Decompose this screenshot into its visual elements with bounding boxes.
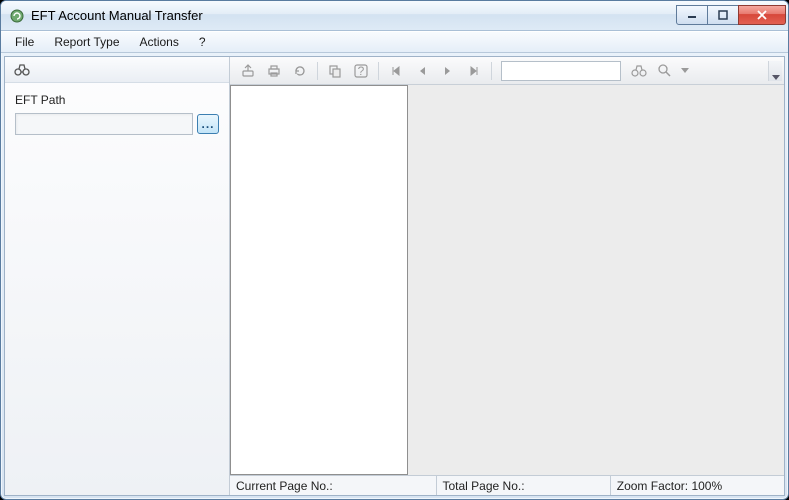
first-page-icon[interactable] — [384, 60, 408, 82]
content-area: EFT Path ... — [4, 56, 785, 496]
export-icon[interactable] — [236, 60, 260, 82]
toolbar-separator — [491, 62, 492, 80]
zoom-icon[interactable] — [653, 60, 677, 82]
last-page-icon[interactable] — [462, 60, 486, 82]
eft-path-label: EFT Path — [15, 93, 219, 107]
svg-text:?: ? — [358, 64, 365, 78]
next-page-icon[interactable] — [436, 60, 460, 82]
report-toolbar: ? — [230, 57, 784, 85]
toolbar-overflow-icon[interactable] — [768, 61, 782, 81]
binoculars-icon[interactable] — [11, 59, 33, 81]
menu-report-type[interactable]: Report Type — [46, 33, 127, 51]
menubar: File Report Type Actions ? — [1, 31, 788, 53]
app-window: EFT Account Manual Transfer File Report … — [0, 0, 789, 500]
blank-page — [230, 85, 408, 475]
menu-help[interactable]: ? — [191, 33, 214, 51]
toolbar-separator — [317, 62, 318, 80]
app-icon — [9, 8, 25, 24]
status-zoom-label: Zoom Factor: — [617, 479, 688, 493]
help-toolbar-icon[interactable]: ? — [349, 60, 373, 82]
prev-page-icon[interactable] — [410, 60, 434, 82]
maximize-button[interactable] — [707, 5, 739, 25]
eft-path-row: ... — [15, 113, 219, 135]
status-total-page: Total Page No.: — [436, 476, 610, 495]
menu-actions[interactable]: Actions — [132, 33, 187, 51]
toolbar-separator — [378, 62, 379, 80]
copy-icon[interactable] — [323, 60, 347, 82]
status-current-page-label: Current Page No.: — [236, 479, 333, 493]
window-controls — [677, 5, 786, 25]
refresh-icon[interactable] — [288, 60, 312, 82]
content-pad: EFT Path ... — [1, 53, 788, 499]
window-title: EFT Account Manual Transfer — [31, 8, 677, 23]
find-icon[interactable] — [627, 60, 651, 82]
statusbar: Current Page No.: Total Page No.: Zoom F… — [230, 475, 784, 495]
menu-file[interactable]: File — [7, 33, 42, 51]
status-zoom: Zoom Factor: 100% — [610, 476, 784, 495]
print-icon[interactable] — [262, 60, 286, 82]
browse-button[interactable]: ... — [197, 114, 219, 134]
left-panel: EFT Path ... — [5, 57, 230, 495]
right-panel: ? — [230, 57, 784, 495]
status-current-page: Current Page No.: — [230, 476, 436, 495]
minimize-button[interactable] — [676, 5, 708, 25]
status-total-page-label: Total Page No.: — [443, 479, 525, 493]
toolbar-search-input[interactable] — [501, 61, 621, 81]
close-button[interactable] — [738, 5, 786, 25]
zoom-dropdown-icon[interactable] — [679, 60, 691, 82]
status-zoom-value: 100% — [691, 479, 722, 493]
left-panel-body: EFT Path ... — [5, 83, 229, 145]
left-toolbar — [5, 57, 229, 83]
eft-path-input[interactable] — [15, 113, 193, 135]
ellipsis-icon: ... — [201, 117, 214, 131]
titlebar: EFT Account Manual Transfer — [1, 1, 788, 31]
report-viewer[interactable] — [230, 85, 784, 475]
